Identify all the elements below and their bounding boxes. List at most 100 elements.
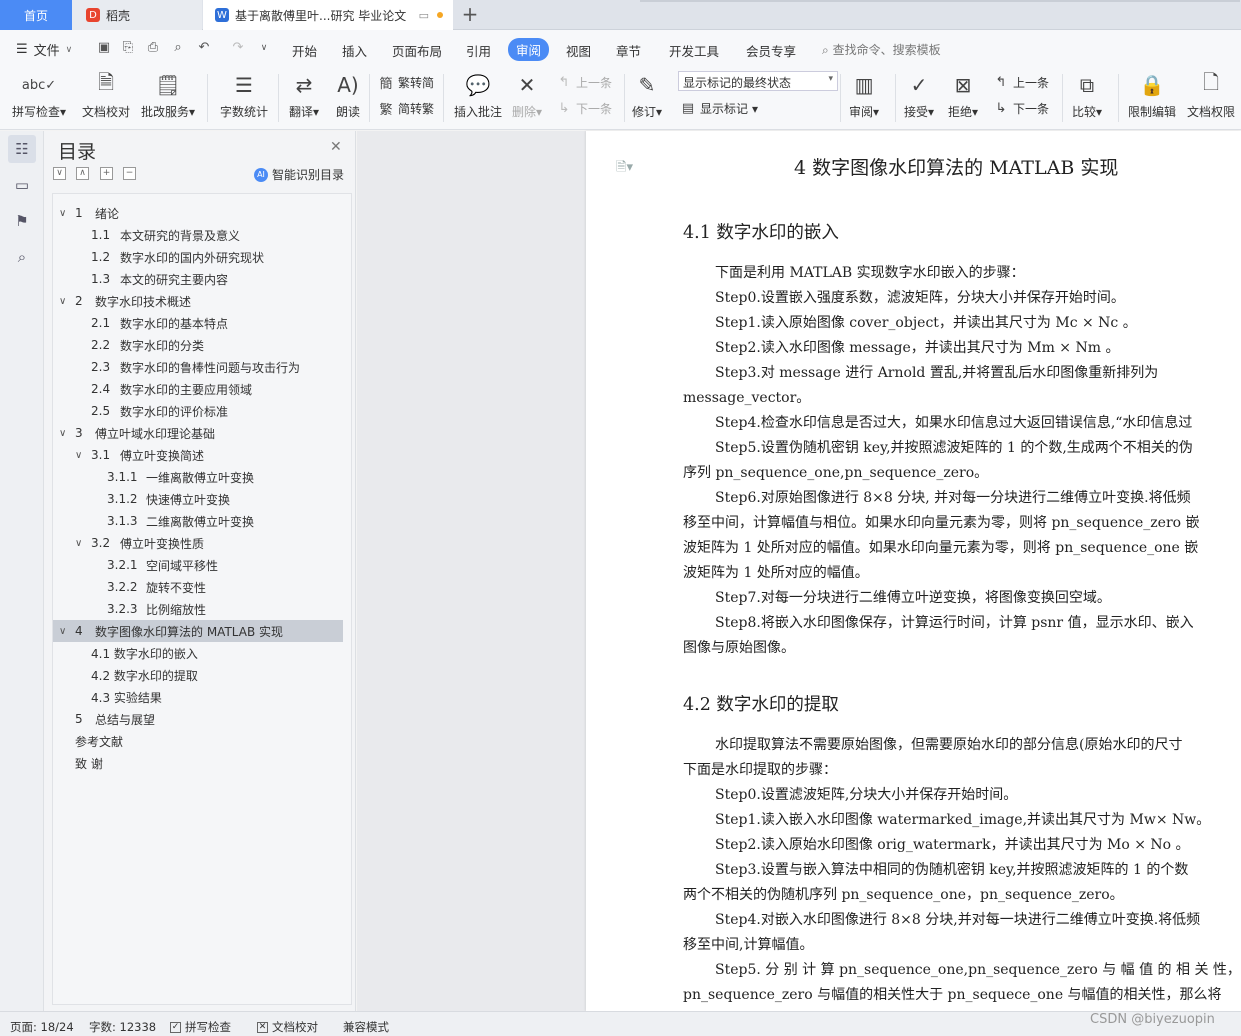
insert-comment-button[interactable]: 💬 插入批注 (454, 70, 502, 120)
track-changes-button[interactable]: ✎ 修订▾ (632, 70, 662, 120)
menu-dev-tools[interactable]: 开发工具 (669, 41, 719, 60)
print-icon[interactable]: ⎙ (145, 40, 161, 56)
toc-item[interactable]: ∨ 1 绪论 (53, 202, 343, 224)
chevron-down-icon[interactable]: ∨ (75, 538, 82, 549)
file-menu[interactable]: ☰ 文件 ∨ (16, 40, 72, 59)
status-proofread[interactable]: ✕ 文档校对 (257, 1019, 318, 1035)
close-icon[interactable]: ✕ (330, 139, 342, 155)
menu-chapter[interactable]: 章节 (616, 41, 641, 60)
show-markup-button[interactable]: ▤ 显示标记 ▾ (680, 100, 758, 117)
remove-heading-icon[interactable]: − (123, 167, 136, 180)
new-tab-button[interactable]: + (458, 3, 482, 27)
toc-item[interactable]: 3.1.1 一维离散傅立叶变换 (53, 466, 343, 488)
toc-item[interactable]: 1.1 本文研究的背景及意义 (53, 224, 343, 246)
trad-to-simp-button[interactable]: 簡繁转简 (378, 74, 434, 92)
command-search[interactable]: ⌕ 查找命令、搜索模板 (822, 41, 941, 58)
add-heading-icon[interactable]: + (100, 167, 113, 180)
document-page[interactable]: 🗎▾ 4 数字图像水印算法的 MATLAB 实现 4.1 数字水印的嵌入 下面是利… (586, 131, 1241, 1011)
chevron-down-icon[interactable]: ∨ (59, 626, 66, 637)
toc-item[interactable]: 参考文献 (53, 730, 343, 752)
smart-toc-button[interactable]: AI 智能识别目录 (254, 166, 344, 183)
toc-item[interactable]: ∨ 3.2 傅立叶变换性质 (53, 532, 343, 554)
prev-change-button[interactable]: ↰ 上一条 (993, 74, 1049, 91)
toc-item[interactable]: 4.3 实验结果 (53, 686, 343, 708)
toc-item[interactable]: ∨ 2 数字水印技术概述 (53, 290, 343, 312)
review-pane-button[interactable]: ▥ 审阅▾ (849, 70, 879, 120)
quick-access-more-icon[interactable]: ∨ (256, 40, 272, 56)
ribbon-divider (207, 74, 208, 122)
toc-item[interactable]: 致 谢 (53, 752, 343, 774)
markup-state-select[interactable]: 显示标记的最终状态 ▾ (678, 71, 838, 91)
accept-button[interactable]: ✓ 接受▾ (904, 70, 934, 120)
restrict-editing-label: 限制编辑 (1128, 105, 1177, 119)
toc-item[interactable]: 2.2 数字水印的分类 (53, 334, 343, 356)
toc-item[interactable]: 4.2 数字水印的提取 (53, 664, 343, 686)
toc-item[interactable]: 1.3 本文的研究主要内容 (53, 268, 343, 290)
spell-check-button[interactable]: abc✓ 拼写检查▾ (12, 70, 66, 120)
toc-item[interactable]: ∨ 3.1 傅立叶变换简述 (53, 444, 343, 466)
compare-button[interactable]: ⧉ 比较▾ (1072, 70, 1102, 120)
bookmark-icon[interactable]: ⚑ (8, 207, 36, 235)
chevron-down-icon[interactable]: ∨ (75, 450, 82, 461)
menu-insert[interactable]: 插入 (342, 41, 367, 60)
status-spell-check[interactable]: ✓ 拼写检查 (170, 1019, 231, 1035)
toc-item[interactable]: 2.4 数字水印的主要应用领域 (53, 378, 343, 400)
save-icon[interactable]: ▣ (96, 40, 112, 56)
menu-start[interactable]: 开始 (292, 41, 317, 60)
toc-item[interactable]: ∨ 3 傅立叶域水印理论基础 (53, 422, 343, 444)
toc-pane-icon[interactable]: ☷ (8, 135, 36, 163)
toc-item[interactable]: 2.5 数字水印的评价标准 (53, 400, 343, 422)
export-icon[interactable]: ⎘ (120, 40, 136, 56)
chapter-nav-icon[interactable]: ▭ (8, 171, 36, 199)
toc-item[interactable]: 3.2.1 空间域平移性 (53, 554, 343, 576)
toc-item[interactable]: 3.2.2 旋转不变性 (53, 576, 343, 598)
delete-comment-button[interactable]: ✕ 删除▾ (512, 70, 542, 120)
redo-icon[interactable]: ↷ (230, 40, 246, 56)
doc-permission-button[interactable]: 🗋 文档权限 (1187, 70, 1235, 120)
toc-item[interactable]: 4.1 数字水印的嵌入 (53, 642, 343, 664)
next-change-button[interactable]: ↳ 下一条 (993, 100, 1049, 117)
menu-page-layout[interactable]: 页面布局 (392, 41, 442, 60)
chevron-down-icon[interactable]: ∨ (59, 428, 66, 439)
translate-button[interactable]: ⇄ 翻译▾ (289, 70, 319, 120)
read-aloud-button[interactable]: A) 朗读 (334, 70, 362, 120)
toc-item[interactable]: 3.2.3 比例缩放性 (53, 598, 343, 620)
restrict-editing-button[interactable]: 🔒 限制编辑 (1128, 70, 1176, 120)
expand-all-icon[interactable]: ∧ (76, 167, 89, 180)
toc-item[interactable]: 2.3 数字水印的鲁棒性问题与攻击行为 (53, 356, 343, 378)
menu-member[interactable]: 会员专享 (746, 41, 796, 60)
word-count-button[interactable]: ☰ 字数统计 (220, 70, 268, 120)
review-ribbon: abc✓ 拼写检查▾ 🗎 文档校对 🗒 批改服务▾ ☰ 字数统计 ⇄ 翻译▾ A… (0, 66, 1241, 130)
next-comment-button[interactable]: ↳ 下一条 (556, 100, 612, 117)
toc-item[interactable]: 1.2 数字水印的国内外研究现状 (53, 246, 343, 268)
toc-item[interactable]: 2.1 数字水印的基本特点 (53, 312, 343, 334)
tab-document[interactable]: W 基于离散傅里叶...研究 毕业论文 ▭ (203, 0, 453, 30)
chevron-down-icon[interactable]: ∨ (59, 208, 66, 219)
menu-review[interactable]: 审阅 (508, 38, 550, 61)
undo-icon[interactable]: ↶ (196, 40, 212, 56)
print-preview-icon[interactable]: ⌕ (170, 40, 186, 56)
simp-to-trad-button[interactable]: 繁简转繁 (378, 100, 434, 118)
monitor-icon[interactable]: ▭ (419, 9, 429, 22)
toc-item[interactable]: 3.1.2 快速傅立叶变换 (53, 488, 343, 510)
word-count-label: 字数统计 (220, 105, 269, 119)
tab-home[interactable]: 首页 (0, 0, 72, 30)
search-icon[interactable]: ⌕ (8, 243, 36, 271)
word-count-indicator[interactable]: 字数: 12338 (89, 1019, 156, 1035)
reject-button[interactable]: ⊠ 拒绝▾ (948, 70, 978, 120)
toc-item[interactable]: ∨ 4 数字图像水印算法的 MATLAB 实现 (53, 620, 343, 642)
page-indicator[interactable]: 页面: 18/24 (10, 1019, 74, 1035)
menu-references[interactable]: 引用 (466, 41, 491, 60)
toc-item[interactable]: 3.1.3 二维离散傅立叶变换 (53, 510, 343, 532)
page-options-icon[interactable]: 🗎▾ (616, 158, 633, 180)
tab-docer[interactable]: D 稻壳 (72, 0, 202, 30)
prev-comment-button[interactable]: ↰ 上一条 (556, 74, 612, 91)
collapse-all-icon[interactable]: ∨ (53, 167, 66, 180)
revise-service-button[interactable]: 🗒 批改服务▾ (141, 70, 195, 120)
left-sidebar-strip: ☷ ▭ ⚑ ⌕ (0, 131, 44, 1011)
toc-item-number: 1.2 (91, 250, 111, 264)
doc-proofread-button[interactable]: 🗎 文档校对 (82, 70, 130, 120)
toc-item[interactable]: 5 总结与展望 (53, 708, 343, 730)
chevron-down-icon[interactable]: ∨ (59, 296, 66, 307)
menu-view[interactable]: 视图 (566, 41, 591, 60)
